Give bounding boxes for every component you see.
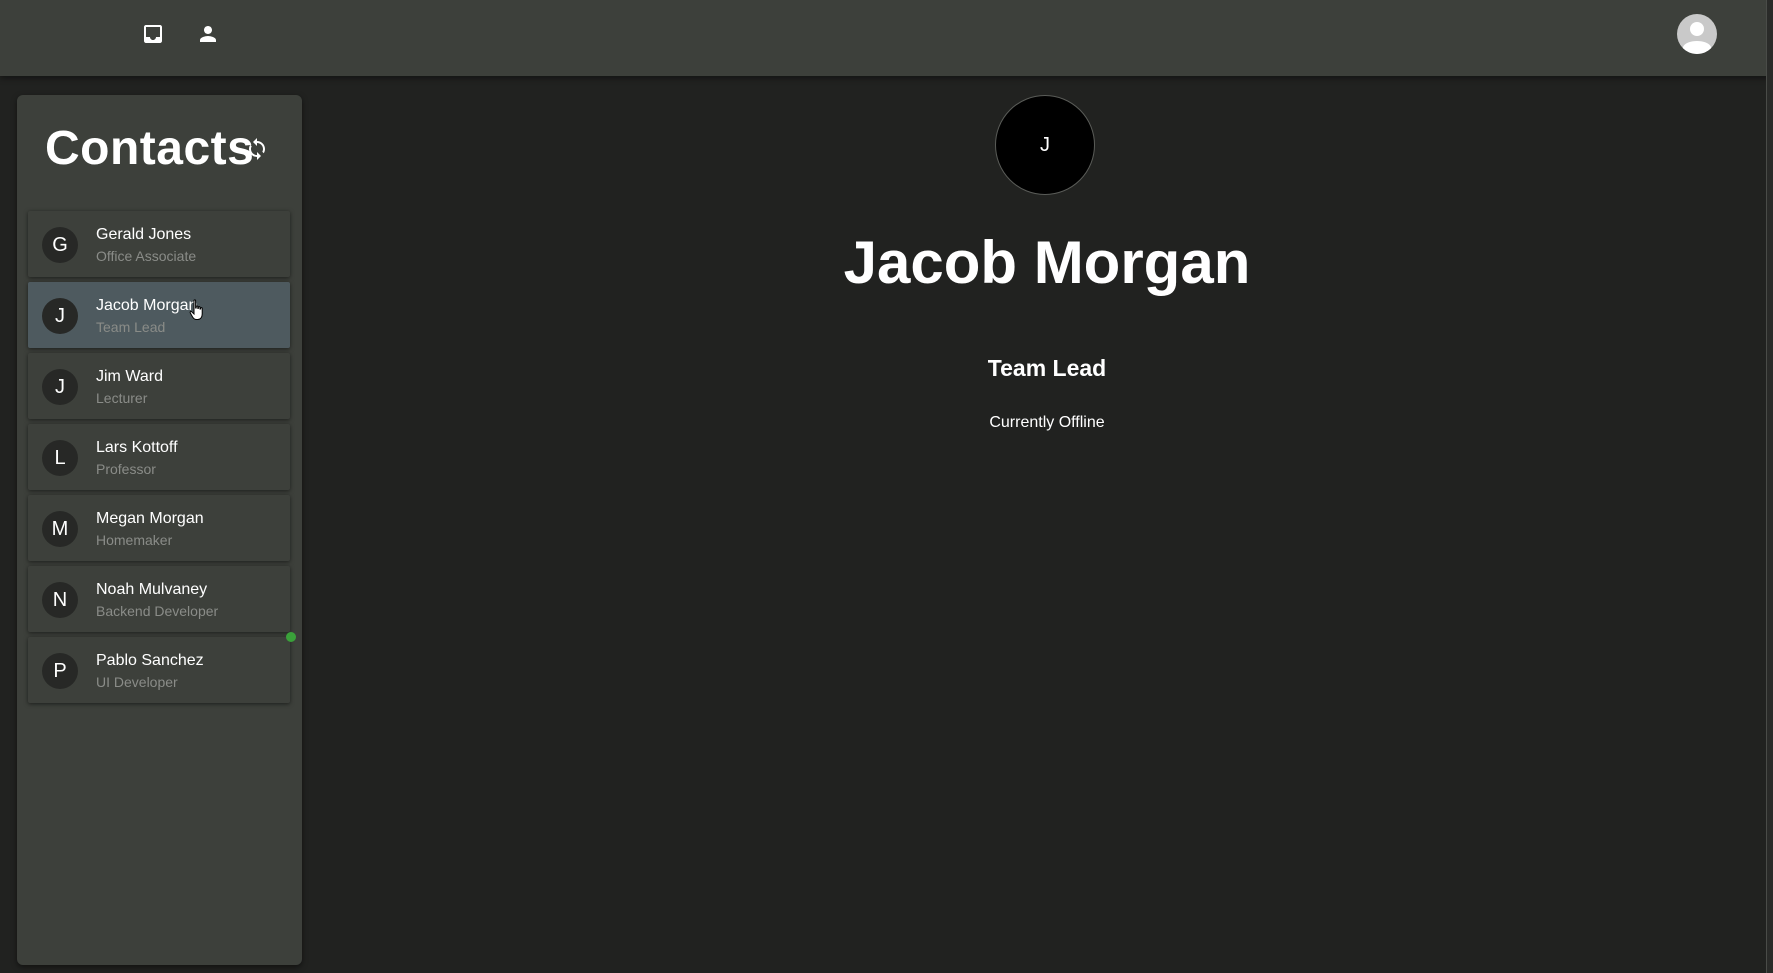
contact-role: Lecturer	[96, 390, 148, 406]
contact-name: Gerald Jones	[96, 226, 192, 243]
contact-avatar: J	[42, 369, 78, 405]
contacts-button[interactable]	[192, 18, 224, 50]
inbox-button[interactable]	[137, 18, 169, 50]
person-icon	[200, 26, 216, 42]
inbox-icon	[144, 25, 162, 43]
account-button[interactable]	[1677, 14, 1717, 54]
contact-role: UI Developer	[96, 674, 178, 690]
contact-avatar: N	[42, 582, 78, 618]
contact-avatar: M	[42, 511, 78, 547]
contact-name: Jim Ward	[96, 368, 163, 385]
detail-contact-status: Currently Offline	[989, 414, 1105, 431]
contact-avatar: G	[42, 227, 78, 263]
online-status-indicator	[286, 632, 296, 642]
top-app-bar	[0, 0, 1773, 76]
contacts-sidebar: Contacts G Gerald Jones Office Associate…	[17, 95, 302, 965]
contact-name: Lars Kottoff	[96, 439, 178, 456]
mouse-cursor-icon	[189, 299, 203, 320]
account-circle-icon	[1683, 22, 1711, 54]
contact-item[interactable]: J Jim Ward Lecturer	[28, 353, 290, 419]
contact-role: Backend Developer	[96, 603, 219, 619]
contact-role: Professor	[96, 461, 156, 477]
contact-avatar: L	[42, 440, 78, 476]
contact-name: Noah Mulvaney	[96, 581, 208, 598]
detail-avatar: J	[995, 95, 1095, 195]
contact-item[interactable]: G Gerald Jones Office Associate	[28, 211, 290, 277]
contact-name: Pablo Sanchez	[96, 652, 204, 669]
contact-avatar: J	[42, 298, 78, 334]
contact-item[interactable]: P Pablo Sanchez UI Developer	[28, 637, 290, 703]
refresh-button[interactable]	[243, 135, 271, 163]
contact-name: Jacob Morgan	[96, 297, 198, 314]
contact-item[interactable]: L Lars Kottoff Professor	[28, 424, 290, 490]
refresh-icon	[249, 138, 265, 160]
window-scrollbar[interactable]	[1766, 0, 1773, 973]
sidebar-title: Contacts	[45, 122, 255, 175]
detail-contact-name: Jacob Morgan	[843, 229, 1251, 296]
contact-role: Office Associate	[96, 248, 197, 264]
contact-name: Megan Morgan	[96, 510, 204, 527]
contact-avatar: P	[42, 653, 78, 689]
contact-role: Homemaker	[96, 532, 173, 548]
contact-role: Team Lead	[96, 319, 166, 335]
detail-contact-role: Team Lead	[987, 355, 1107, 381]
contact-item[interactable]: M Megan Morgan Homemaker	[28, 495, 290, 561]
contact-list: G Gerald Jones Office Associate J Jacob …	[28, 211, 290, 708]
contact-item[interactable]: N Noah Mulvaney Backend Developer	[28, 566, 290, 632]
contact-item-selected[interactable]: J Jacob Morgan Team Lead	[28, 282, 290, 348]
